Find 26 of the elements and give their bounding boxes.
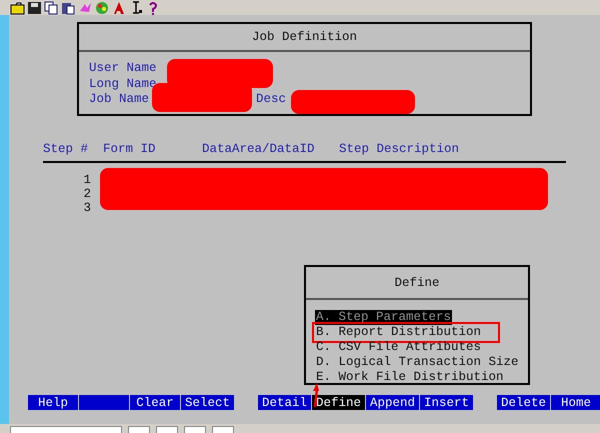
function-key[interactable]: Clear (130, 395, 181, 410)
field-label: Job Name (89, 92, 150, 108)
column-header: DataArea/DataID (202, 142, 316, 156)
step-number: 2 (83, 186, 91, 200)
step-number: 1 (83, 172, 91, 186)
menu-item[interactable]: D. Logical Transaction Size (315, 355, 520, 370)
column-header: Form ID (103, 142, 157, 156)
panel-title: Job Definition (252, 30, 358, 44)
column-header: Step Description (339, 142, 460, 156)
menu-item[interactable]: B. Report Distribution (315, 325, 497, 340)
function-key[interactable]: Insert (420, 395, 474, 410)
menu-title: Define (394, 276, 440, 290)
menu-item[interactable]: C. CSV File Attributes (315, 340, 482, 355)
field-label: Desc (256, 92, 286, 108)
field-label: User Name (89, 61, 157, 76)
function-key[interactable]: Home (551, 395, 600, 410)
field-label: Long Name (89, 76, 157, 92)
column-header: Step # (43, 142, 90, 156)
menu-item[interactable]: E. Work File Distribution (315, 370, 505, 385)
function-key[interactable]: Append (366, 395, 420, 410)
function-key[interactable]: Delete (497, 395, 551, 410)
function-key[interactable]: Select (181, 395, 235, 410)
function-key[interactable]: Define (312, 395, 366, 410)
step-number: 3 (83, 200, 91, 214)
function-key[interactable]: Help (28, 395, 79, 410)
function-key[interactable]: Detail (258, 395, 312, 410)
